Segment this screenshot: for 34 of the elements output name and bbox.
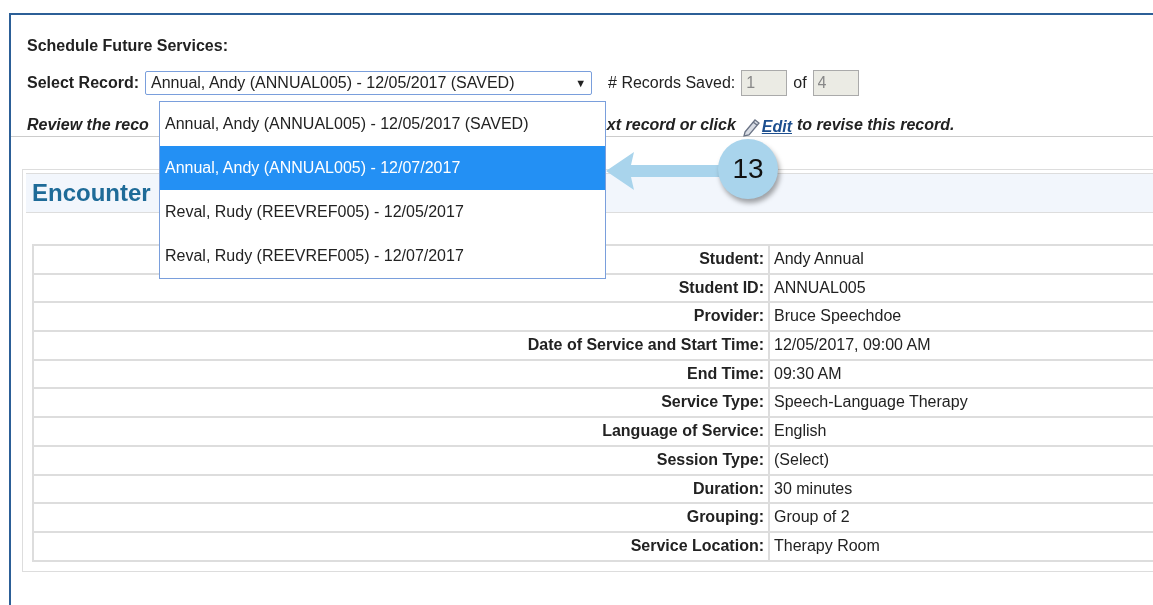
field-value: Bruce Speechdoe	[770, 303, 1153, 331]
section-heading: Schedule Future Services:	[27, 37, 229, 55]
records-saved-label: # Records Saved:	[608, 74, 736, 92]
of-label: of	[793, 74, 807, 92]
field-value: English	[770, 418, 1153, 445]
instruction-text: to revise this record.	[797, 116, 955, 135]
field-label: Service Location:	[34, 532, 768, 560]
field-label: Duration:	[34, 475, 768, 503]
field-label: End Time:	[34, 360, 768, 388]
field-label: Session Type:	[34, 446, 768, 474]
select-label: Select Record:	[27, 74, 140, 92]
record-select[interactable]: Annual, Andy (ANNUAL005) - 12/05/2017 (SAVED) ▼	[145, 71, 593, 95]
field-value: 12/05/2017, 09:00 AM	[770, 332, 1153, 359]
field-value: Andy Annual	[770, 246, 1153, 273]
field-value: 30 minutes	[770, 475, 1153, 503]
field-value: Speech-Language Therapy	[770, 389, 1153, 417]
instruction-text: Review the reco	[27, 116, 149, 135]
field-label: Language of Service:	[34, 418, 768, 445]
field-value: (Select)	[770, 446, 1153, 474]
panel-title: Encounter	[32, 179, 151, 207]
field-label: Service Type:	[34, 389, 768, 417]
field-label: Grouping:	[34, 504, 768, 531]
instruction-text: xt record or click	[606, 116, 736, 135]
edit-link[interactable]: Edit	[761, 116, 792, 138]
dropdown-arrow-icon: ▼	[575, 77, 587, 89]
dropdown-option[interactable]: Reval, Rudy (REEVREF005) - 12/05/2017	[160, 190, 605, 234]
dropdown-option[interactable]: Annual, Andy (ANNUAL005) - 12/05/2017 (SAVED)	[160, 102, 605, 146]
field-label: Provider:	[34, 303, 768, 331]
field-value: 09:30 AM	[770, 360, 1153, 388]
field-value: Group of 2	[770, 504, 1153, 531]
field-value: ANNUAL005	[770, 274, 1153, 302]
field-value: Therapy Room	[770, 532, 1153, 560]
step-number-badge: 13	[718, 139, 778, 199]
field-label: Date of Service and Start Time:	[34, 332, 768, 359]
